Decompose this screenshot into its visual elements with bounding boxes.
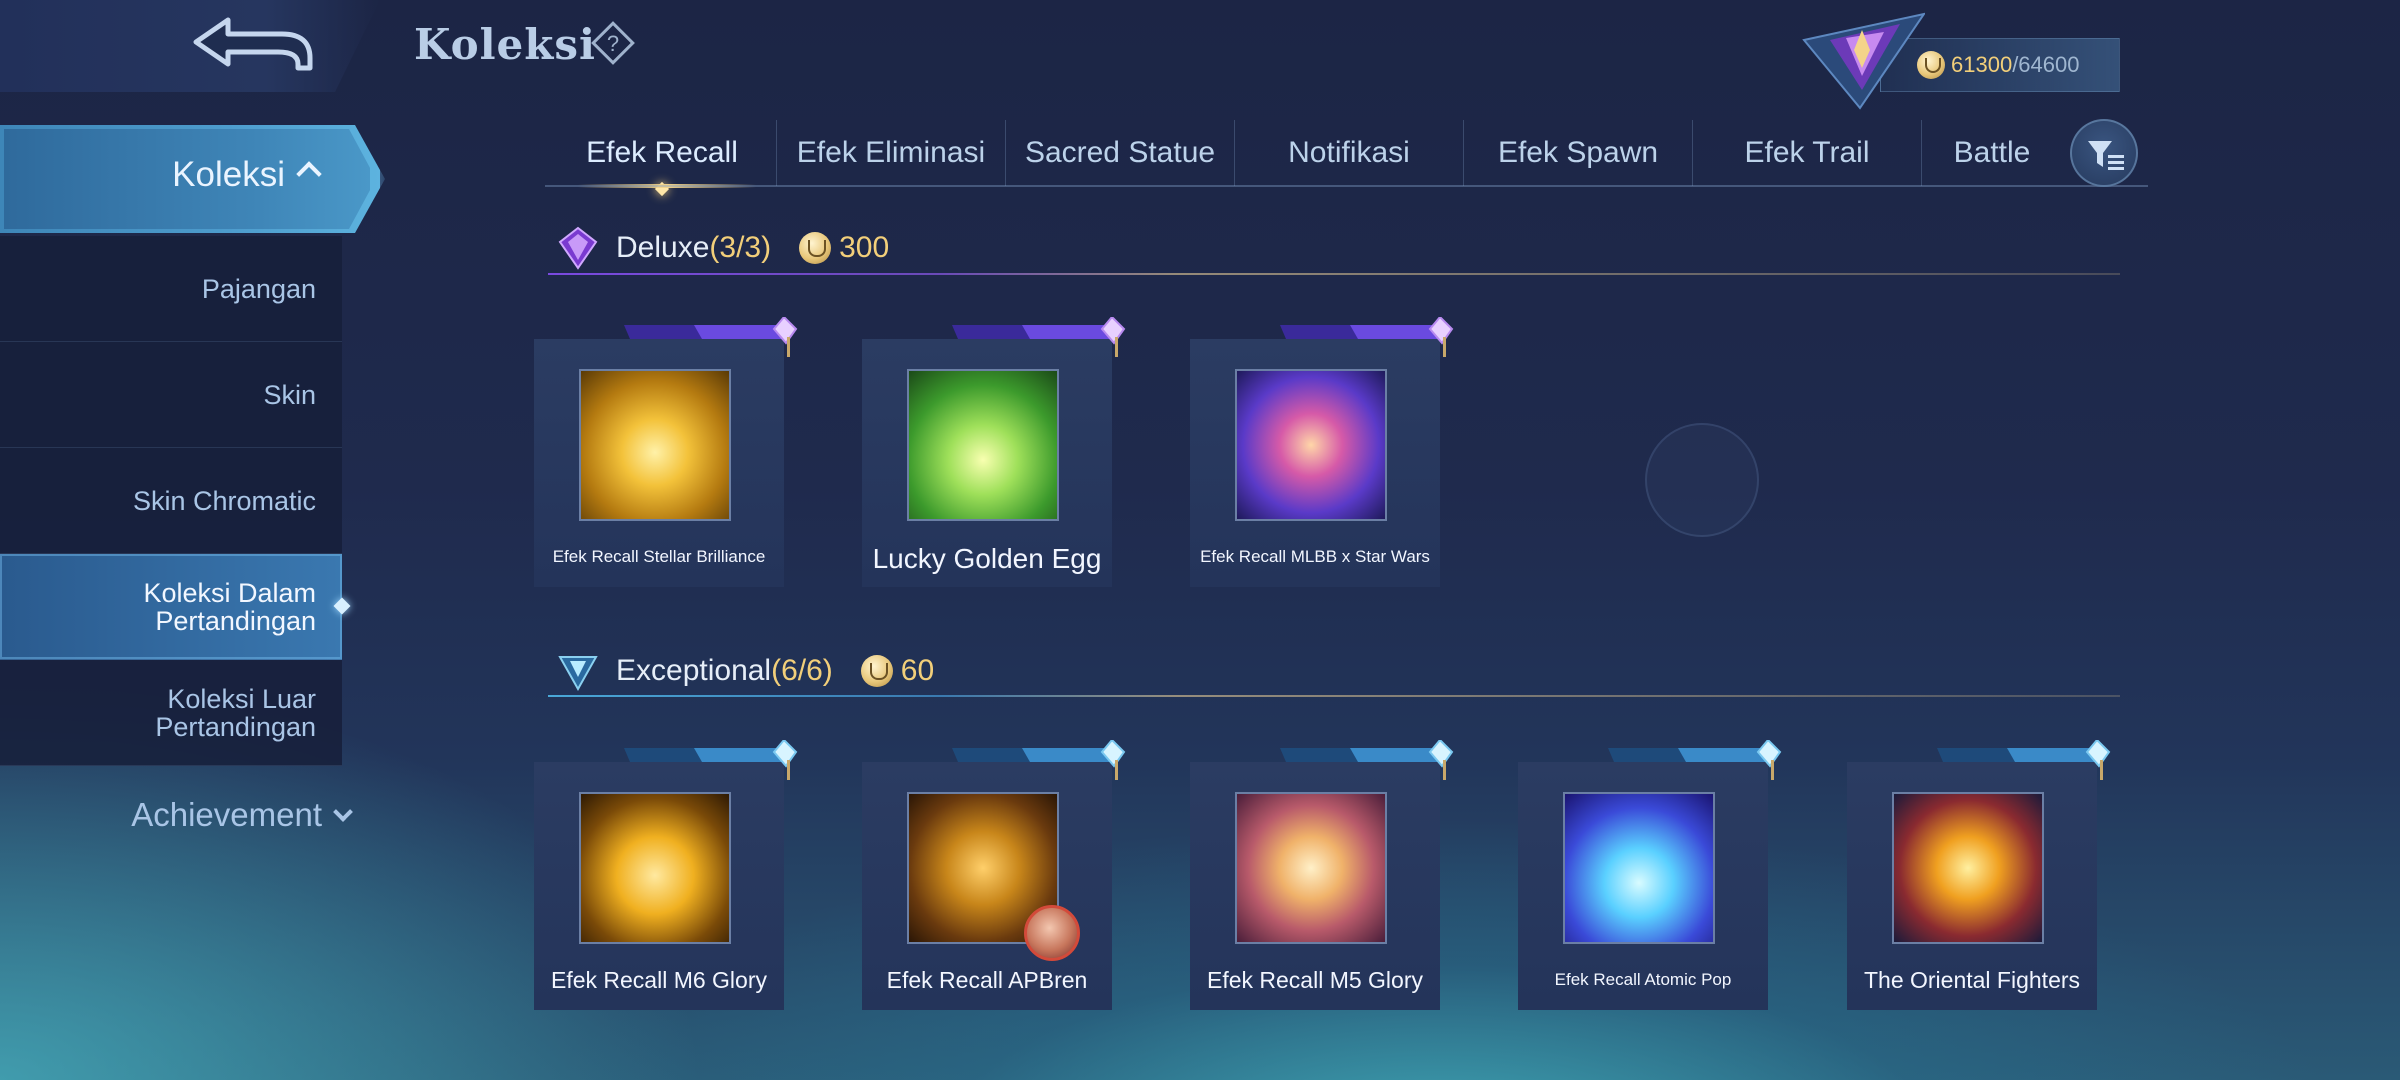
sidebar-item-label: Skin: [263, 379, 316, 410]
sidebar-item-label: Pajangan: [201, 273, 316, 304]
card-label: Lucky Golden Egg: [872, 543, 1102, 574]
deluxe-ribbon-icon: [624, 317, 798, 357]
back-arrow-icon: [193, 17, 313, 71]
sidebar-item-achievement[interactable]: Achievement: [0, 790, 354, 840]
card-image: [1235, 369, 1387, 521]
collection-card[interactable]: The Oriental Fighters: [1847, 740, 2111, 1010]
section-count: (3/3): [709, 231, 772, 264]
section-header-exceptional: Exceptional(6/6) 60: [548, 641, 2120, 701]
tab-battle[interactable]: Battle: [1922, 120, 2062, 186]
filter-icon: [2088, 141, 2124, 170]
deluxe-ribbon-icon: [952, 317, 1126, 357]
card-label: The Oriental Fighters: [1863, 967, 2081, 993]
tab-bar: Efek Recall Efek Eliminasi Sacred Statue…: [548, 120, 2148, 188]
section-cost: 300: [839, 231, 890, 264]
sidebar-item-label: Koleksi Dalam Pertandingan: [143, 577, 316, 636]
card-label: Efek Recall APBren: [886, 967, 1088, 993]
sidebar-item-koleksi[interactable]: Koleksi: [0, 125, 380, 233]
coin-icon: [860, 655, 893, 687]
tab-efek-recall[interactable]: Efek Recall: [548, 120, 777, 188]
exceptional-ribbon-icon: [1937, 740, 2111, 780]
page-title: Koleksi: [414, 20, 596, 69]
sidebar-list: Pajangan Skin Skin Chromatic Koleksi Dal…: [0, 236, 342, 766]
svg-text:?: ?: [607, 31, 619, 56]
tab-notifikasi[interactable]: Notifikasi: [1235, 120, 1464, 186]
collection-card[interactable]: Efek Recall Stellar Brilliance: [534, 317, 798, 587]
tab-efek-eliminasi[interactable]: Efek Eliminasi: [777, 120, 1006, 186]
collection-card[interactable]: Efek Recall M5 Glory: [1190, 740, 1454, 1010]
exceptional-gem-icon: [558, 656, 598, 692]
section-divider: [548, 695, 2120, 697]
section-cost: 60: [900, 654, 935, 687]
section-header-deluxe: Deluxe(3/3) 300: [548, 218, 2120, 278]
sidebar-item-label: Skin Chromatic: [132, 485, 316, 516]
card-label: Efek Recall Stellar Brilliance: [552, 547, 766, 566]
card-label: Efek Recall M5 Glory: [1206, 967, 1423, 993]
card-image: [907, 369, 1059, 521]
collection-card[interactable]: Efek Recall Atomic Pop: [1518, 740, 1782, 1010]
card-image: [1235, 792, 1387, 944]
sidebar-item-koleksi-dalam-pertandingan[interactable]: Koleksi Dalam Pertandingan: [0, 554, 342, 660]
achievement-label: Achievement: [131, 796, 322, 833]
points-max: /64600: [2012, 52, 2080, 77]
sidebar-item-koleksi-luar-pertandingan[interactable]: Koleksi Luar Pertandingan: [0, 660, 342, 766]
tab-efek-trail[interactable]: Efek Trail: [1693, 120, 1922, 186]
decorative-circle: [1645, 423, 1759, 537]
tabs-divider: [545, 185, 2148, 187]
section-name: Exceptional: [616, 654, 772, 687]
tab-sacred-statue[interactable]: Sacred Statue: [1006, 120, 1235, 186]
tab-efek-spawn[interactable]: Efek Spawn: [1464, 120, 1693, 186]
collection-card[interactable]: Efek Recall M6 Glory: [534, 740, 798, 1010]
exceptional-ribbon-icon: [624, 740, 798, 780]
sidebar-main-label: Koleksi: [172, 155, 285, 194]
coin-icon: [799, 232, 832, 264]
points-current: 61300: [1951, 52, 2013, 77]
collection-card[interactable]: Efek Recall APBren: [862, 740, 1126, 1010]
card-label: Efek Recall Atomic Pop: [1554, 970, 1732, 989]
section-name: Deluxe: [616, 231, 710, 264]
card-image: [579, 369, 731, 521]
section-divider: [548, 273, 2120, 275]
section-count: (6/6): [771, 654, 833, 687]
deluxe-ribbon-icon: [1280, 317, 1454, 357]
card-label: Efek Recall M6 Glory: [550, 967, 767, 993]
filter-button[interactable]: [2070, 119, 2138, 187]
card-image: [579, 792, 731, 944]
hero-avatar: [1024, 905, 1080, 961]
sidebar-item-skin[interactable]: Skin: [0, 342, 342, 448]
chevron-down-icon: [333, 802, 353, 822]
rank-badge-icon: [1800, 10, 1927, 110]
sidebar-item-skin-chromatic[interactable]: Skin Chromatic: [0, 448, 342, 554]
exceptional-ribbon-icon: [1608, 740, 1782, 780]
sidebar-item-pajangan[interactable]: Pajangan: [0, 236, 342, 342]
card-image: [1563, 792, 1715, 944]
help-icon[interactable]: ?: [590, 20, 636, 66]
collection-card[interactable]: Lucky Golden Egg: [862, 317, 1126, 587]
exceptional-ribbon-icon: [952, 740, 1126, 780]
deluxe-gem-icon: [558, 226, 598, 270]
exceptional-ribbon-icon: [1280, 740, 1454, 780]
card-label: Efek Recall MLBB x Star Wars: [1200, 547, 1430, 566]
collection-card[interactable]: Efek Recall MLBB x Star Wars: [1190, 317, 1454, 587]
card-image: [1892, 792, 2044, 944]
sidebar-item-label: Koleksi Luar Pertandingan: [155, 683, 316, 742]
back-button[interactable]: [190, 12, 315, 78]
